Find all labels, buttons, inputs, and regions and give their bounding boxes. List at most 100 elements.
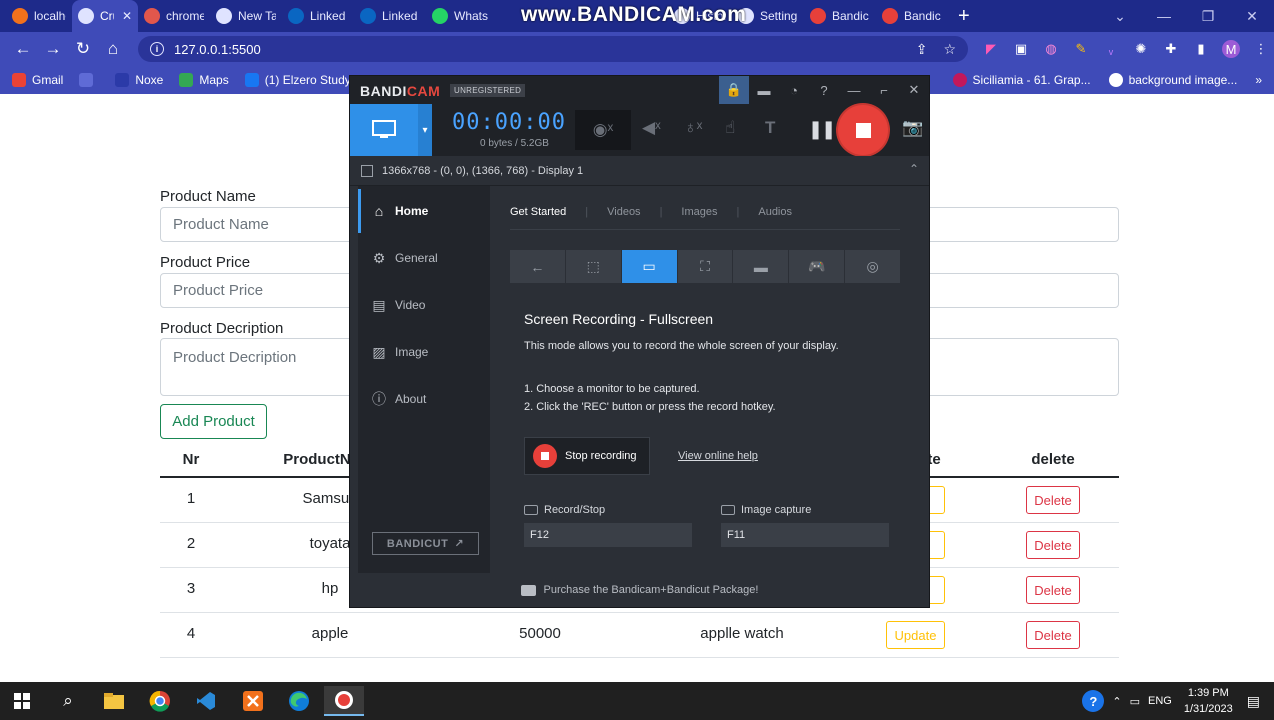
around-mouse-mode-icon[interactable]: ⛶ — [677, 250, 733, 283]
tab-search-icon[interactable]: ⌄ — [1098, 0, 1142, 32]
record-stop-hotkey-field[interactable]: F12 — [524, 523, 692, 547]
image-capture-hotkey-field[interactable]: F11 — [721, 523, 889, 547]
vscode-icon[interactable] — [186, 686, 226, 716]
browser-menu-icon[interactable]: ⋮ — [1252, 40, 1270, 58]
browser-tab[interactable]: Linked — [354, 0, 426, 32]
fullscreen-mode-icon[interactable]: ▭ — [621, 250, 677, 283]
extension-circle-icon[interactable]: ◍ — [1042, 40, 1060, 58]
share-icon[interactable]: ⇪ — [916, 41, 928, 58]
edge-icon[interactable] — [279, 686, 319, 716]
bookmark-item[interactable]: Siciliamia - 61. Grap... — [952, 73, 1091, 87]
audio-only-icon[interactable]: ◎ — [845, 250, 901, 283]
site-info-icon[interactable]: i — [150, 42, 164, 56]
add-product-button[interactable]: Add Product — [160, 404, 267, 439]
microphone-icon[interactable]: ♁ˣ — [684, 118, 702, 138]
windows-start-icon[interactable] — [2, 686, 42, 716]
bookmark-item[interactable]: Maps — [179, 73, 229, 87]
help-icon[interactable]: ? — [809, 76, 839, 104]
delete-button[interactable]: Delete — [1026, 486, 1080, 514]
bookmark-star-icon[interactable]: ☆ — [943, 41, 956, 58]
timer-icon[interactable]: ◔ — [779, 76, 809, 104]
bandicam-taskbar-icon[interactable] — [324, 686, 364, 716]
browser-tab[interactable]: chrome — [138, 0, 210, 32]
tab-images[interactable]: Images — [681, 206, 736, 218]
bookmark-item[interactable]: Noxe — [115, 73, 163, 87]
side-panel-icon[interactable]: ▮ — [1192, 40, 1210, 58]
folder-icon[interactable]: ▬ — [749, 76, 779, 104]
extension-gear-icon[interactable]: ✺ — [1132, 40, 1150, 58]
target-checkbox[interactable] — [361, 165, 373, 177]
tab-get-started[interactable]: Get Started — [510, 206, 585, 218]
bookmark-item[interactable]: (1) Elzero Study G — [244, 73, 363, 87]
delete-button[interactable]: Delete — [1026, 621, 1080, 649]
browser-tab[interactable]: Cru ✕ — [72, 0, 138, 32]
extension-flag-icon[interactable]: ◤ — [982, 40, 1000, 58]
speaker-icon[interactable]: ◀ˣ — [642, 118, 661, 138]
delete-button[interactable]: Delete — [1026, 576, 1080, 604]
chrome-icon[interactable] — [140, 686, 180, 716]
new-tab-button[interactable]: + — [948, 5, 980, 28]
bandicam-close-button[interactable]: ✕ — [899, 76, 929, 104]
nav-about[interactable]: ⓘ About — [358, 377, 490, 421]
browser-tab[interactable]: Bandic — [876, 0, 948, 32]
view-online-help-link[interactable]: View online help — [678, 450, 758, 462]
stop-recording-button[interactable]: Stop recording — [524, 437, 650, 475]
profile-avatar[interactable]: M — [1222, 40, 1240, 58]
close-tab-icon[interactable]: ✕ — [122, 9, 132, 23]
close-window-button[interactable]: ✕ — [1230, 0, 1274, 32]
forward-button[interactable]: → — [38, 34, 68, 64]
screen-mode-button[interactable] — [350, 104, 418, 156]
stop-record-button[interactable] — [838, 105, 888, 155]
mode-dropdown-icon[interactable]: ▾ — [418, 104, 432, 156]
screenshot-camera-icon[interactable]: 📷 — [902, 118, 923, 138]
language-indicator[interactable]: ENG — [1148, 695, 1172, 707]
tray-expand-icon[interactable]: ⌃ — [1112, 695, 1121, 708]
hdmi-device-icon[interactable]: ▬ — [733, 250, 789, 283]
purchase-footer[interactable]: Purchase the Bandicam+Bandicut Package! — [350, 573, 929, 607]
tab-videos[interactable]: Videos — [607, 206, 659, 218]
minimize-button[interactable]: — — [1142, 0, 1186, 32]
browser-tab[interactable]: Whats — [426, 0, 498, 32]
notification-icon[interactable]: ▤ — [1247, 693, 1260, 710]
bookmark-item[interactable]: Gmail — [12, 73, 63, 87]
pause-button[interactable]: ❚❚ — [808, 119, 836, 140]
xampp-icon[interactable] — [233, 686, 273, 716]
browser-tab[interactable]: Bandic — [804, 0, 876, 32]
back-arrow-icon[interactable]: ← — [510, 250, 565, 283]
bandicam-restore-button[interactable]: ⌐ — [869, 76, 899, 104]
bandicut-button[interactable]: BANDICUT ↗ — [372, 532, 479, 555]
collapse-chevron-icon[interactable]: ⌃ — [909, 162, 919, 176]
bookmark-item[interactable] — [79, 73, 99, 87]
system-clock[interactable]: 1:39 PM 1/31/2023 — [1184, 685, 1233, 717]
browser-tab[interactable]: localho — [6, 0, 72, 32]
mouse-click-icon[interactable]: ☝ — [725, 118, 735, 138]
tab-audios[interactable]: Audios — [758, 206, 811, 218]
help-tray-icon[interactable]: ? — [1082, 690, 1105, 712]
extensions-puzzle-icon[interactable]: ✚ — [1162, 40, 1180, 58]
nav-image[interactable]: ▨ Image — [358, 330, 490, 374]
game-controller-icon[interactable]: 🎮 — [789, 250, 845, 283]
bandicam-minimize-button[interactable]: — — [839, 76, 869, 104]
address-bar[interactable]: i 127.0.0.1:5500 ⇪ ☆ — [138, 36, 968, 62]
nav-video[interactable]: ▤ Video — [358, 283, 490, 327]
nav-general[interactable]: ⚙ General — [358, 236, 490, 280]
back-button[interactable]: ← — [8, 34, 38, 64]
home-button[interactable]: ⌂ — [98, 34, 128, 64]
lock-icon[interactable]: 🔒 — [719, 76, 749, 104]
nav-home[interactable]: ⌂ Home — [358, 189, 490, 233]
update-button[interactable]: Update — [886, 621, 945, 649]
text-overlay-icon[interactable]: T — [765, 118, 775, 138]
battery-icon[interactable]: ▭ — [1130, 695, 1140, 708]
delete-button[interactable]: Delete — [1026, 531, 1080, 559]
extension-print-icon[interactable]: ▣ — [1012, 40, 1030, 58]
browser-tab[interactable]: New Ta — [210, 0, 282, 32]
restore-button[interactable]: ❐ — [1186, 0, 1230, 32]
file-explorer-icon[interactable] — [94, 686, 134, 716]
rectangle-mode-icon[interactable]: ⬚ — [565, 250, 621, 283]
extension-v-icon[interactable]: ᵥ — [1102, 40, 1120, 58]
extension-pen-icon[interactable]: ✎ — [1072, 40, 1090, 58]
more-bookmarks-icon[interactable]: » — [1255, 73, 1262, 87]
webcam-icon[interactable]: ◉ˣ — [575, 110, 631, 150]
bookmark-item[interactable]: background image... — [1108, 73, 1237, 87]
browser-tab[interactable]: Linked — [282, 0, 354, 32]
